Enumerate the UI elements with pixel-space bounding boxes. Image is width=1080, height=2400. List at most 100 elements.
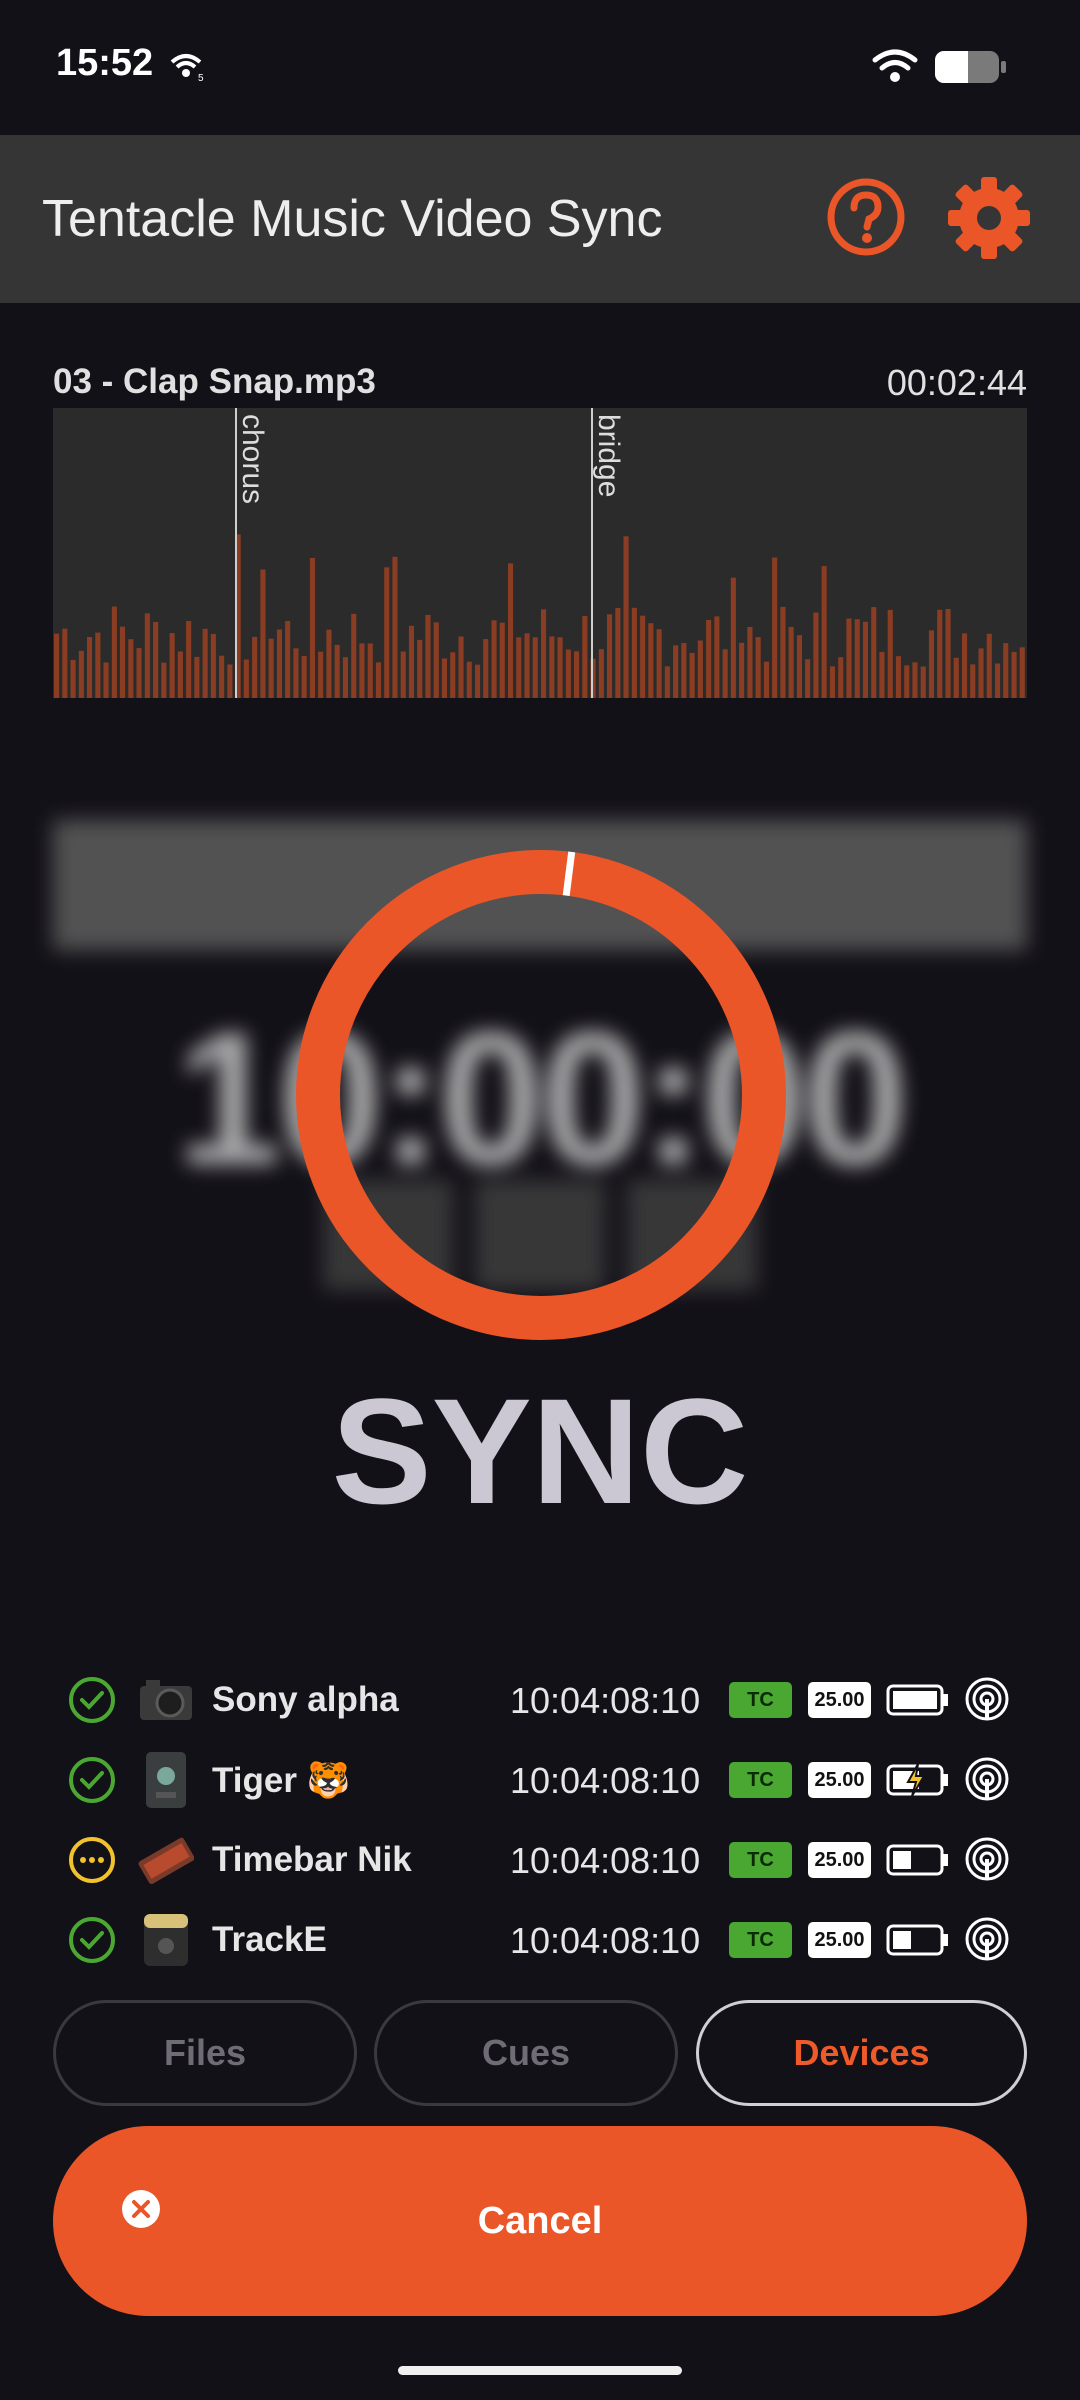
waveform-bar [70, 659, 76, 698]
waveform-bars [54, 408, 1025, 698]
app-header: Tentacle Music Video Sync [0, 135, 1080, 303]
device-name: TrackE [212, 1920, 327, 1959]
waveform-bar [970, 664, 976, 698]
waveform-bar [854, 619, 860, 698]
waveform-bar [755, 637, 761, 698]
waveform-bar [111, 606, 117, 698]
waveform-bar [763, 661, 769, 698]
waveform-bar [912, 662, 918, 698]
waveform-bar [120, 626, 126, 698]
waveform-bar [978, 648, 984, 698]
help-circle-icon[interactable] [826, 177, 906, 257]
waveform-bar [400, 651, 406, 698]
waveform-bar [375, 662, 381, 698]
waveform-bar [285, 621, 291, 698]
device-name: Timebar Nik [212, 1840, 412, 1879]
cancel-button[interactable]: Cancel [53, 2126, 1027, 2316]
tab-cues[interactable]: Cues [374, 2000, 678, 2106]
waveform-bar [351, 613, 357, 698]
waveform-bar [565, 649, 571, 698]
waveform-bar [747, 627, 753, 698]
waveform-bar [681, 643, 687, 698]
waveform-bar [549, 636, 555, 698]
waveform-bar [697, 640, 703, 698]
waveform-bar [995, 663, 1001, 698]
signal-icon [965, 1837, 1009, 1881]
tab-files[interactable]: Files [53, 2000, 357, 2106]
waveform-bar [780, 606, 786, 698]
waveform-bar [664, 666, 670, 698]
wifi-icon [872, 49, 918, 82]
waveform-bar [524, 633, 530, 698]
app-title: Tentacle Music Video Sync [42, 190, 663, 248]
device-row[interactable]: TrackE 10:04:08:10 TC 25.00 [0, 1900, 1080, 1980]
waveform-bar [829, 666, 835, 698]
waveform-bar [334, 644, 340, 698]
wifi-5-icon: 5 [170, 54, 204, 82]
waveform-bar [433, 622, 439, 698]
waveform-bar [656, 629, 662, 698]
waveform-bar [186, 621, 192, 698]
svg-text:5: 5 [198, 73, 204, 82]
check-circle-icon [69, 1917, 115, 1963]
waveform-bar [491, 620, 497, 698]
waveform-bar [887, 609, 893, 698]
waveform-bar [640, 615, 646, 698]
tc-badge: TC [729, 1682, 792, 1718]
waveform-bar [441, 658, 447, 698]
waveform-bar [796, 635, 802, 698]
tab-devices[interactable]: Devices [696, 2000, 1027, 2106]
waveform-bar [210, 633, 216, 698]
waveform-bar [128, 639, 134, 698]
tentacle-device-icon [146, 1752, 186, 1808]
device-timecode: 10:04:08:10 [510, 1760, 701, 1801]
device-row[interactable]: Tiger 🐯 10:04:08:10 TC 25.00 [0, 1740, 1080, 1820]
waveform-bar [450, 652, 456, 698]
fps-badge: 25.00 [808, 1842, 871, 1878]
marker-label-bridge: bridge [592, 414, 625, 498]
waveform-bar [425, 614, 431, 698]
waveform-bar [986, 633, 992, 698]
fps-badge: 25.00 [808, 1682, 871, 1718]
tc-badge: TC [729, 1762, 792, 1798]
waveform-bar [483, 639, 489, 698]
waveform-bar [945, 609, 951, 698]
tc-badge: TC [729, 1922, 792, 1958]
waveform-bar [689, 652, 695, 698]
waveform-bar [714, 616, 720, 698]
cancel-label: Cancel [477, 2200, 603, 2242]
waveform-bar [458, 636, 464, 698]
signal-icon [965, 1917, 1009, 1961]
waveform-bar [384, 567, 390, 698]
waveform-bar [722, 649, 728, 698]
waveform-bar [615, 607, 621, 698]
waveform-bar [144, 613, 150, 698]
timebar-icon [138, 1837, 194, 1885]
waveform[interactable]: chorus bridge [53, 408, 1027, 698]
home-indicator [398, 2366, 682, 2375]
waveform-bar [937, 609, 943, 698]
waveform-bar [821, 566, 827, 698]
waveform-bar [95, 632, 101, 698]
waveform-bar [730, 577, 736, 698]
waveform-bar [862, 621, 868, 698]
check-circle-icon [69, 1677, 115, 1723]
gear-icon[interactable] [946, 175, 1032, 261]
device-row[interactable]: Sony alpha 10:04:08:10 TC 25.00 [0, 1660, 1080, 1740]
song-name: 03 - Clap Snap.mp3 [53, 362, 376, 401]
battery-icon [935, 51, 1006, 83]
waveform-bar [516, 637, 522, 698]
waveform-bar [557, 637, 563, 698]
device-row[interactable]: Timebar Nik 10:04:08:10 TC 25.00 [0, 1820, 1080, 1900]
waveform-bar [871, 607, 877, 698]
camera-icon [140, 1680, 192, 1720]
fps-badge: 25.00 [808, 1762, 871, 1798]
sync-progress-ring [296, 850, 786, 1340]
waveform-bar [309, 557, 315, 698]
waveform-bar [293, 648, 299, 698]
pending-circle-icon [69, 1837, 115, 1883]
waveform-bar [805, 659, 811, 698]
device-timecode: 10:04:08:10 [510, 1920, 701, 1961]
waveform-bar [268, 638, 274, 698]
device-timecode: 10:04:08:10 [510, 1840, 701, 1881]
